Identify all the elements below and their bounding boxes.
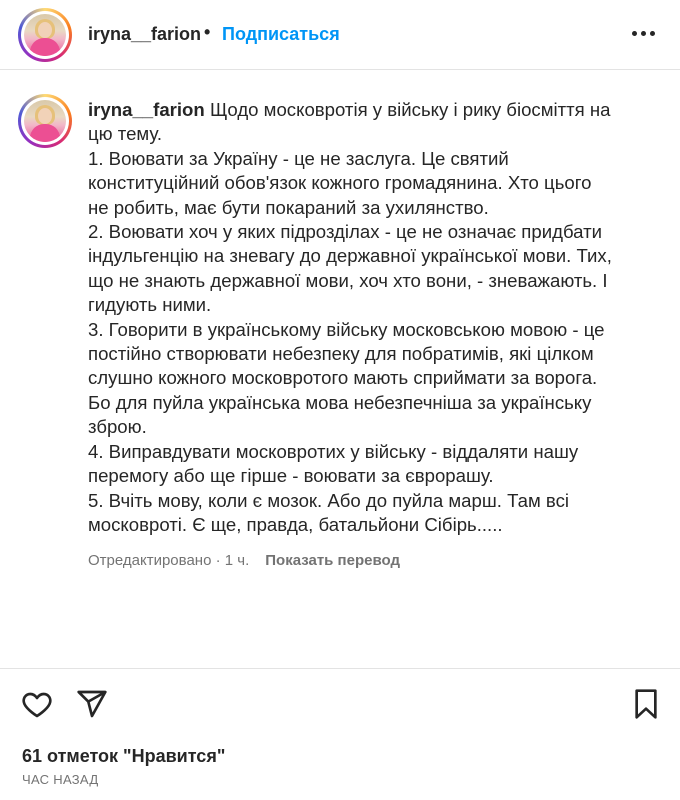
divider	[0, 668, 680, 669]
caption-line: перемогу або ще гірше - воювати за єврор…	[88, 465, 494, 487]
caption-line: 2. Воювати хоч у яких підрозділах - це н…	[88, 221, 603, 243]
avatar-photo	[24, 14, 66, 56]
post-time: ЧАС НАЗАД	[22, 772, 99, 787]
caption-line: 3. Говорити в українському війську моско…	[88, 318, 605, 340]
caption-avatar[interactable]	[18, 94, 72, 148]
edited-timestamp: Отредактировано · 1 ч.	[88, 552, 250, 569]
post-header: iryna__farion • Подписаться	[0, 0, 680, 70]
caption-line: постійно створювати небезпеку для побрат…	[88, 343, 594, 365]
caption-line: не робить, має бути покараний за ухилянс…	[88, 196, 489, 218]
separator-dot: •	[204, 22, 211, 42]
post-caption: iryna__farion Щодо московротія у війську…	[88, 98, 648, 537]
follow-button[interactable]: Подписаться	[222, 24, 340, 45]
caption-line: 5. Вчіть мову, коли є мозок. Або до пуйл…	[88, 489, 570, 511]
caption-line: 1. Воювати за Україну - це не заслуга. Ц…	[88, 147, 509, 169]
avatar-photo	[24, 100, 66, 142]
caption-line: цю тему.	[88, 123, 163, 145]
show-translation-link[interactable]: Показать перевод	[265, 552, 400, 569]
caption-line: iryna__farion Щодо московротія у війську…	[88, 99, 611, 120]
caption-line: 4. Виправдувати московротих у війську - …	[88, 440, 579, 462]
caption-line: московроті. Є ще, правда, батальйони Сіб…	[88, 513, 503, 535]
caption-line: конституційний обов'язок кожного громадя…	[88, 172, 592, 194]
caption-username[interactable]: iryna__farion	[88, 99, 205, 120]
avatar[interactable]	[18, 8, 72, 62]
caption-meta: Отредактировано · 1 ч. Показать перевод	[88, 552, 400, 569]
more-options-icon[interactable]	[630, 28, 658, 40]
caption-line: Бо для пуйла українська мова небезпечніш…	[88, 391, 592, 413]
likes-count[interactable]: 61 отметок "Нравится"	[22, 746, 225, 767]
caption-line: слушно кожного московротого мають сприйм…	[88, 367, 598, 389]
caption-line: що не знають державної мови, хоч хто вон…	[88, 269, 608, 291]
caption-line: гидують ними.	[88, 294, 212, 316]
caption-line: зброю.	[88, 416, 147, 438]
heart-icon[interactable]	[20, 688, 54, 720]
send-icon[interactable]	[76, 688, 108, 720]
caption-line: індульгенцію на зневагу до державної укр…	[88, 245, 612, 267]
username-link[interactable]: iryna__farion	[88, 24, 201, 45]
bookmark-icon[interactable]	[632, 688, 660, 720]
